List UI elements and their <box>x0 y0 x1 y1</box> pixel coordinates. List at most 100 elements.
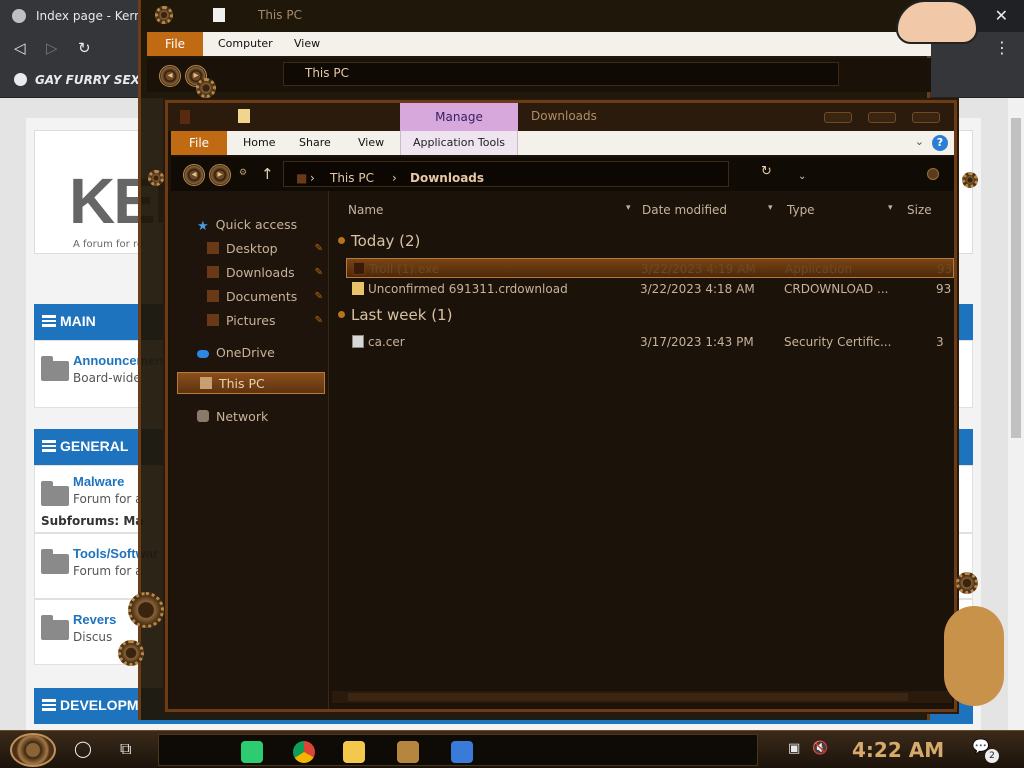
computer-icon <box>200 377 212 389</box>
virtualbox-icon[interactable] <box>451 741 473 763</box>
file-row[interactable]: ca.cer 3/17/2023 1:43 PM Security Certif… <box>346 332 954 352</box>
file-tab[interactable]: File <box>171 131 227 155</box>
search-icon[interactable]: ◯ <box>74 739 92 758</box>
nav-item-onedrive[interactable]: OneDrive <box>171 342 329 364</box>
tab-view[interactable]: View <box>358 136 384 149</box>
browser-menu-icon[interactable]: ⋮ <box>994 38 1010 57</box>
tab-computer[interactable]: Computer <box>218 37 273 50</box>
nav-item-downloads[interactable]: Downloads ✎ <box>171 262 329 284</box>
bookmark-item[interactable]: GAY FURRY SEX <box>14 73 140 87</box>
address-bar: ◂ ▸ This PC <box>147 58 931 92</box>
cloud-icon <box>197 350 209 358</box>
group-header-today[interactable]: Today (2) <box>338 232 420 250</box>
documents-folder-icon <box>207 290 219 302</box>
chevron-down-icon[interactable]: ⌄ <box>915 135 924 148</box>
horizontal-scrollbar[interactable] <box>332 691 952 703</box>
network-icon[interactable]: ▣ <box>788 741 800 756</box>
back-icon[interactable]: ◁ <box>14 39 26 57</box>
column-header-row: Name ▾ Date modified ▾ Type ▾ Size <box>330 197 954 221</box>
forum-desc: Forum for a <box>73 564 143 578</box>
page-scrollbar[interactable] <box>1008 98 1024 730</box>
back-gear-icon[interactable]: ◂ <box>183 164 205 186</box>
refresh-icon[interactable]: ↻ <box>761 164 772 179</box>
nav-item-documents[interactable]: Documents ✎ <box>171 286 329 308</box>
browser-tab-title: Index page - Kern <box>36 9 140 23</box>
back-gear-icon[interactable]: ◂ <box>159 65 181 87</box>
reload-icon[interactable]: ↻ <box>78 39 91 57</box>
up-arrow-icon[interactable]: ↑ <box>261 165 274 183</box>
chevron-down-icon[interactable]: ▾ <box>768 203 773 213</box>
task-view-icon[interactable]: ⧉ <box>120 739 131 759</box>
ribbon: File Home Share View Application Tools ⌄… <box>171 131 954 155</box>
file-date: 3/17/2023 1:43 PM <box>640 335 754 349</box>
nav-label: Downloads <box>226 265 295 280</box>
forum-title[interactable]: Revers <box>73 612 116 627</box>
notes-app-icon[interactable] <box>241 741 263 763</box>
nav-label: Documents <box>226 289 298 304</box>
chevron-down-icon[interactable]: ▾ <box>626 203 631 213</box>
explorer-window-downloads: Manage Downloads File Home Share View Ap… <box>165 100 957 712</box>
chrome-icon[interactable] <box>293 741 315 763</box>
address-box[interactable]: ■ › This PC › Downloads ⌄ <box>283 161 806 187</box>
tab-manage[interactable]: Manage <box>400 103 518 131</box>
forum-desc: Board-wide <box>73 371 141 385</box>
address-segment-downloads[interactable]: Downloads <box>410 171 484 185</box>
title-bar[interactable]: This PC <box>141 0 927 32</box>
nav-item-desktop[interactable]: Desktop ✎ <box>171 238 329 260</box>
title-bar[interactable]: Manage Downloads <box>168 103 954 131</box>
file-row[interactable]: Unconfirmed 691311.crdownload 3/22/2023 … <box>346 279 954 299</box>
forward-icon[interactable]: ▷ <box>46 39 58 57</box>
tab-share[interactable]: Share <box>299 136 331 149</box>
app-icon[interactable] <box>397 741 419 763</box>
start-button[interactable] <box>10 733 56 767</box>
clock[interactable]: 4:22 AM <box>852 738 944 762</box>
file-tab[interactable]: File <box>147 32 203 56</box>
nav-label: This PC <box>219 376 265 391</box>
tab-application-tools[interactable]: Application Tools <box>400 131 518 155</box>
column-name[interactable]: Name <box>348 203 383 217</box>
search-icon[interactable] <box>927 168 939 180</box>
group-bullet-icon <box>338 311 345 318</box>
nav-item-this-pc[interactable]: This PC <box>177 372 325 394</box>
maximize-button[interactable] <box>868 112 896 123</box>
nav-item-pictures[interactable]: Pictures ✎ <box>171 310 329 332</box>
scrollbar-thumb[interactable] <box>348 693 908 701</box>
taskbar-apps <box>158 734 758 766</box>
file-name: ca.cer <box>368 335 405 349</box>
browser-tab[interactable]: Index page - Kern <box>0 0 140 32</box>
navigation-pane: ★ Quick access Desktop ✎ Downloads ✎ Docu… <box>171 191 329 709</box>
group-header-last-week[interactable]: Last week (1) <box>338 306 452 324</box>
tab-home[interactable]: Home <box>243 136 275 149</box>
nav-item-quick-access[interactable]: ★ Quick access <box>171 214 329 236</box>
desktop-folder-icon <box>207 242 219 254</box>
chevron-down-icon[interactable]: ▾ <box>888 203 893 213</box>
address-separator: › <box>310 171 315 185</box>
tab-view[interactable]: View <box>294 37 320 50</box>
list-icon <box>42 699 56 711</box>
help-icon[interactable]: ? <box>932 135 948 151</box>
chevron-down-icon[interactable]: ⌄ <box>798 171 806 182</box>
forward-gear-icon[interactable]: ▸ <box>209 164 231 186</box>
close-icon[interactable]: ✕ <box>995 6 1008 25</box>
bookmark-label: GAY FURRY SEX <box>35 73 140 87</box>
column-date-modified[interactable]: Date modified <box>642 203 727 217</box>
globe-icon <box>12 9 26 23</box>
address-segment-this-pc[interactable]: This PC <box>330 171 374 185</box>
nav-item-network[interactable]: Network <box>171 406 329 428</box>
recent-locations-icon[interactable]: ⚙ <box>239 168 247 178</box>
scrollbar-thumb[interactable] <box>1011 118 1021 438</box>
column-size[interactable]: Size <box>907 203 932 217</box>
forum-title[interactable]: Malware <box>73 474 124 489</box>
gear-icon <box>118 640 144 666</box>
file-explorer-icon[interactable] <box>343 741 365 763</box>
nav-label: Quick access <box>215 217 298 232</box>
file-row[interactable]: Troll (1).exe 3/22/2023 4:19 AM Applicat… <box>346 258 954 278</box>
close-button[interactable] <box>912 112 940 123</box>
hamster-icon <box>944 606 1004 706</box>
download-file-icon <box>352 282 364 295</box>
minimize-button[interactable] <box>824 112 852 123</box>
volume-muted-icon[interactable]: 🔇 <box>812 741 828 756</box>
nav-label: Pictures <box>226 313 276 328</box>
address-box[interactable] <box>283 62 839 86</box>
column-type[interactable]: Type <box>787 203 815 217</box>
